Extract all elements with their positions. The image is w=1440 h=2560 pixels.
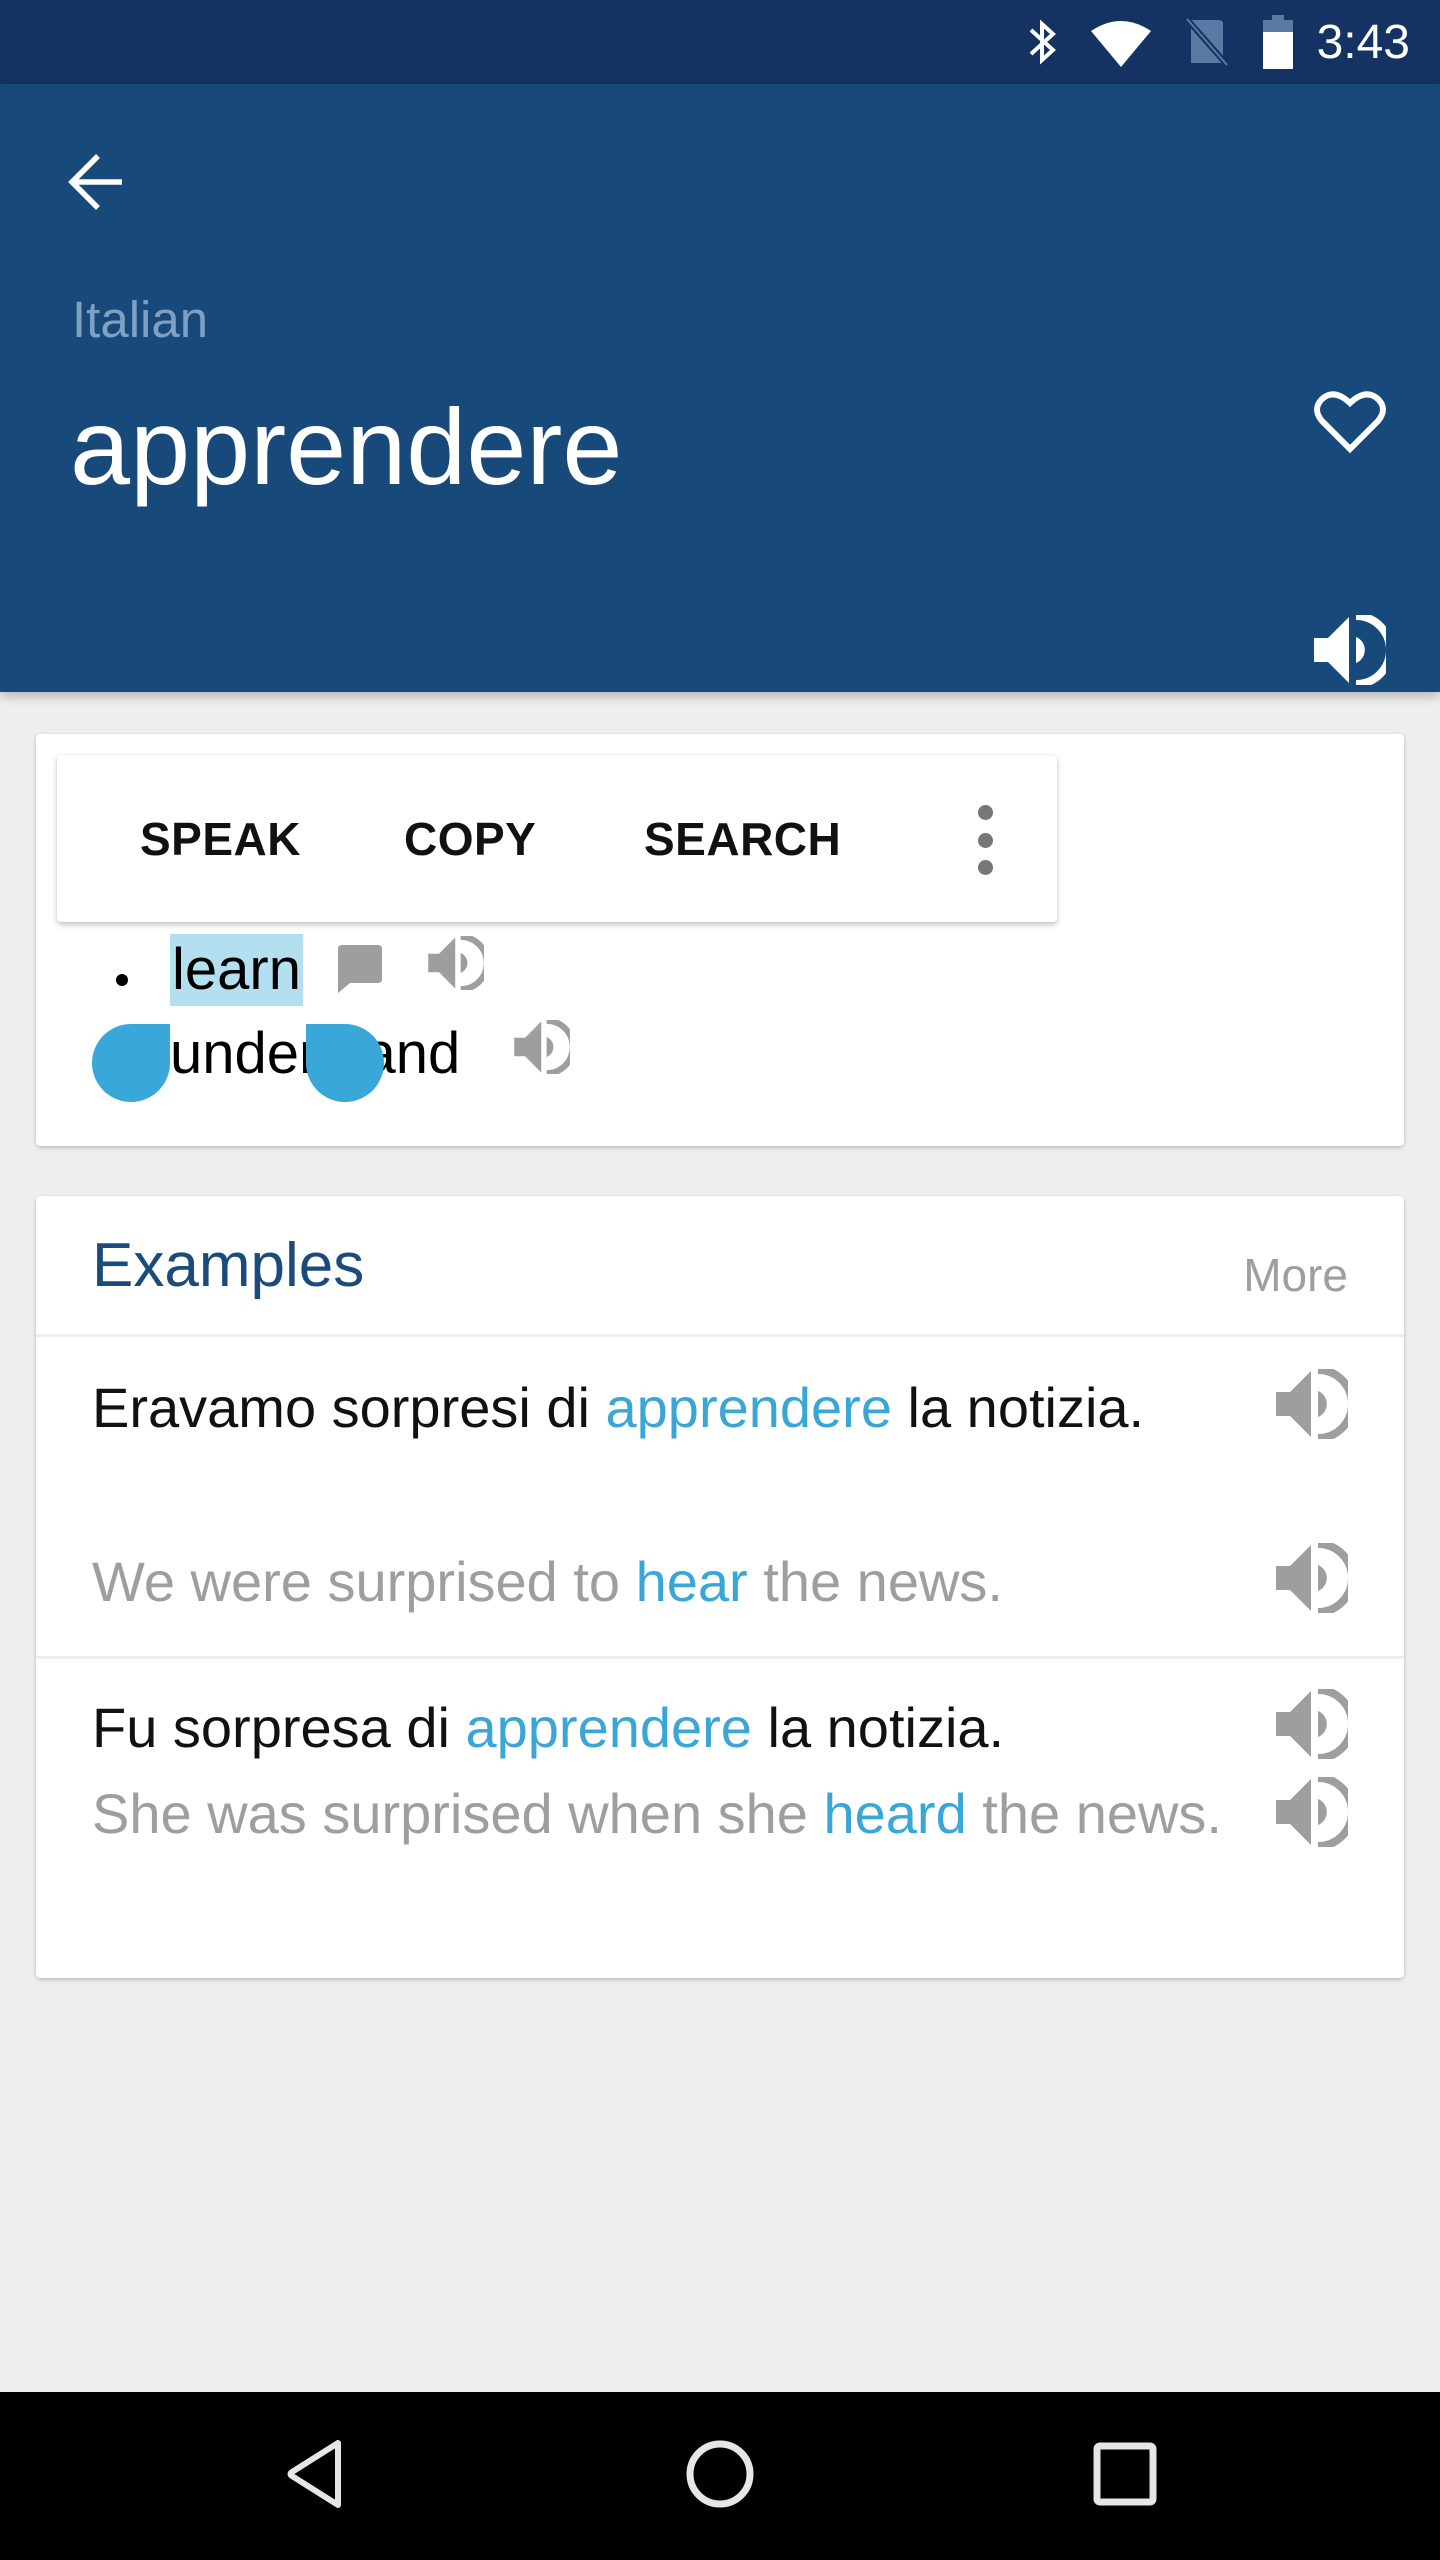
bullet: [116, 974, 128, 986]
selection-toolbar: SPEAK COPY SEARCH: [57, 755, 1057, 922]
nav-recents-button[interactable]: [1075, 2426, 1175, 2526]
word-title: apprendere: [70, 386, 623, 507]
example-source: Fu sorpresa di apprendere la notizia.: [92, 1684, 1242, 1772]
volume-icon[interactable]: [428, 933, 490, 1004]
search-action[interactable]: SEARCH: [644, 755, 841, 922]
highlight-word: apprendere: [605, 1376, 892, 1439]
comment-icon[interactable]: [338, 940, 386, 1007]
speak-example-translation-button[interactable]: [1272, 1773, 1356, 1854]
speak-example-source-button[interactable]: [1272, 1685, 1356, 1766]
favorite-button[interactable]: [1300, 374, 1400, 474]
wifi-icon: [1089, 17, 1153, 67]
nav-back-button[interactable]: [266, 2426, 366, 2526]
volume-icon: [1276, 1773, 1356, 1852]
volume-icon: [1276, 1539, 1356, 1618]
home-circle-icon: [685, 2439, 755, 2514]
highlight-word: hear: [635, 1550, 748, 1613]
heart-outline-icon: [1314, 389, 1386, 460]
nav-home-button[interactable]: [670, 2426, 770, 2526]
example-translation: She was surprised when she heard the new…: [92, 1770, 1232, 1858]
volume-icon: [1276, 1685, 1356, 1764]
back-button[interactable]: [56, 144, 136, 224]
battery-icon: [1261, 15, 1295, 69]
text: la notizia.: [751, 1696, 1005, 1759]
word-header: Italian apprendere: [0, 84, 1440, 692]
text: la notizia.: [891, 1376, 1145, 1439]
dot: [977, 805, 993, 820]
no-sim-icon: [1182, 17, 1231, 67]
dot: [977, 860, 993, 875]
text: the news.: [966, 1782, 1222, 1845]
volume-icon[interactable]: [514, 1017, 576, 1088]
more-vertical-icon[interactable]: [955, 805, 1015, 875]
back-triangle-icon: [286, 2439, 346, 2513]
speak-word-button[interactable]: [1300, 602, 1400, 702]
dot: [977, 832, 993, 848]
copy-action[interactable]: COPY: [404, 755, 536, 922]
divider: [36, 1656, 1404, 1659]
speak-example-source-button[interactable]: [1272, 1365, 1356, 1446]
examples-title: Examples: [92, 1231, 365, 1300]
speak-action[interactable]: SPEAK: [140, 755, 301, 922]
text: She was surprised when she: [92, 1782, 824, 1845]
status-bar: 3:43: [0, 0, 1440, 84]
text: Eravamo sorpresi di: [92, 1376, 606, 1439]
selection-handle-start[interactable]: [92, 1024, 170, 1102]
status-time: 3:43: [1316, 15, 1410, 69]
example-translation: We were surprised to hear the news.: [92, 1538, 1242, 1626]
translation-text-selected[interactable]: learn: [170, 934, 303, 1006]
bluetooth-icon: [1027, 17, 1059, 67]
text: We were surprised to: [92, 1550, 636, 1613]
language-label: Italian: [72, 291, 209, 348]
arrow-left-icon: [66, 152, 126, 217]
status-icons: 3:43: [1027, 0, 1410, 84]
more-link[interactable]: More: [1243, 1248, 1348, 1302]
volume-icon: [1276, 1365, 1356, 1444]
examples-card: Examples More Eravamo sorpresi di appren…: [36, 1196, 1404, 1978]
text: Fu sorpresa di: [92, 1696, 466, 1759]
highlight-word: heard: [823, 1782, 967, 1845]
volume-icon: [1314, 611, 1394, 690]
highlight-word: apprendere: [465, 1696, 752, 1759]
text: the news.: [747, 1550, 1003, 1613]
navigation-bar: [0, 2392, 1440, 2560]
speak-example-translation-button[interactable]: [1272, 1539, 1356, 1620]
translations-card: learn understand SPEAK COPY SEARCH: [36, 734, 1404, 1146]
selection-handle-end[interactable]: [306, 1024, 384, 1102]
example-source: Eravamo sorpresi di apprendere la notizi…: [92, 1364, 1152, 1452]
recents-square-icon: [1093, 2442, 1157, 2511]
divider: [36, 1334, 1404, 1337]
